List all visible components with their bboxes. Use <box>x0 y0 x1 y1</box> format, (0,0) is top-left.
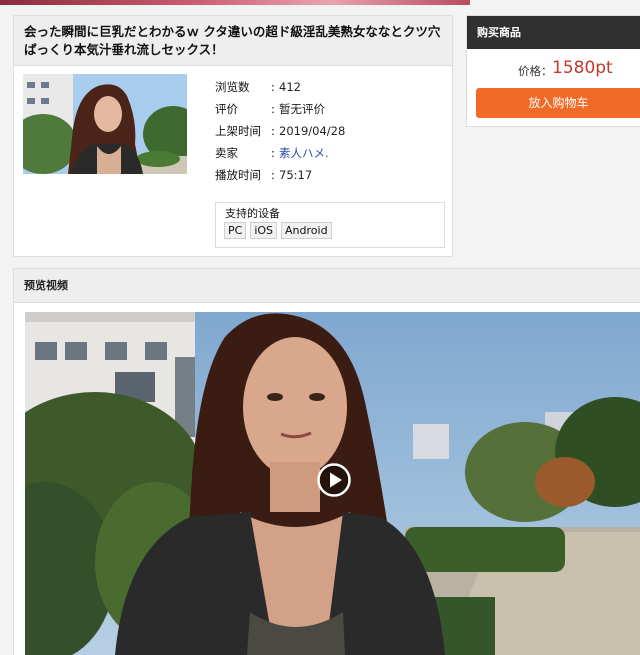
play-icon[interactable] <box>316 462 352 498</box>
info-row-duration: 播放时间 : 75:17 <box>215 164 445 186</box>
device-tag-ios: iOS <box>250 222 278 239</box>
top-banner-strip <box>0 0 470 5</box>
info-colon: : <box>271 146 275 160</box>
info-row-rating: 评价 : 暂无评价 <box>215 98 445 120</box>
info-row-seller: 卖家 : 素人ハメ. <box>215 142 445 164</box>
product-panel: 会った瞬間に巨乳だとわかるｗ クタ違いの超ド級淫乱美熟女ななとクツ穴ぱっくり本気… <box>13 15 453 257</box>
supported-devices-title: 支持的设备 <box>225 207 280 220</box>
device-tag-pc: PC <box>224 222 247 239</box>
play-duration: 75:17 <box>279 168 313 182</box>
product-title: 会った瞬間に巨乳だとわかるｗ クタ違いの超ド級淫乱美熟女ななとクツ穴ぱっくり本気… <box>14 16 452 66</box>
device-list: PC iOS Android <box>224 222 332 239</box>
price-label: 价格： <box>518 64 553 78</box>
purchase-header: 购买商品 <box>467 16 640 49</box>
info-colon: : <box>271 124 275 138</box>
preview-video[interactable] <box>25 312 640 655</box>
info-label: 上架时间 <box>215 124 261 138</box>
info-label: 播放时间 <box>215 168 261 182</box>
seller-link[interactable]: 素人ハメ. <box>279 142 329 164</box>
purchase-panel: 购买商品 价格： 1580pt 放入购物车 <box>466 15 640 127</box>
price-value: 1580pt <box>552 58 613 78</box>
info-label: 评价 <box>215 102 238 116</box>
info-row-listed-date: 上架时间 : 2019/04/28 <box>215 120 445 142</box>
info-row-views: 浏览数 : 412 <box>215 76 445 98</box>
info-colon: : <box>271 168 275 182</box>
add-to-cart-button[interactable]: 放入购物车 <box>476 88 640 118</box>
info-label: 卖家 <box>215 146 238 160</box>
listed-date: 2019/04/28 <box>279 124 346 138</box>
rating-value: 暂无评价 <box>279 102 325 116</box>
product-thumbnail[interactable] <box>23 74 187 174</box>
product-info: 浏览数 : 412 评价 : 暂无评价 上架时间 : 2019/04/28 卖家… <box>215 76 445 186</box>
supported-devices-box: 支持的设备 PC iOS Android <box>215 202 445 248</box>
device-tag-android: Android <box>281 222 332 239</box>
info-colon: : <box>271 80 275 94</box>
preview-header: 预览视频 <box>14 269 640 303</box>
view-count: 412 <box>279 80 301 94</box>
info-label: 浏览数 <box>215 80 250 94</box>
preview-panel: 预览视频 <box>13 268 640 655</box>
info-colon: : <box>271 102 275 116</box>
